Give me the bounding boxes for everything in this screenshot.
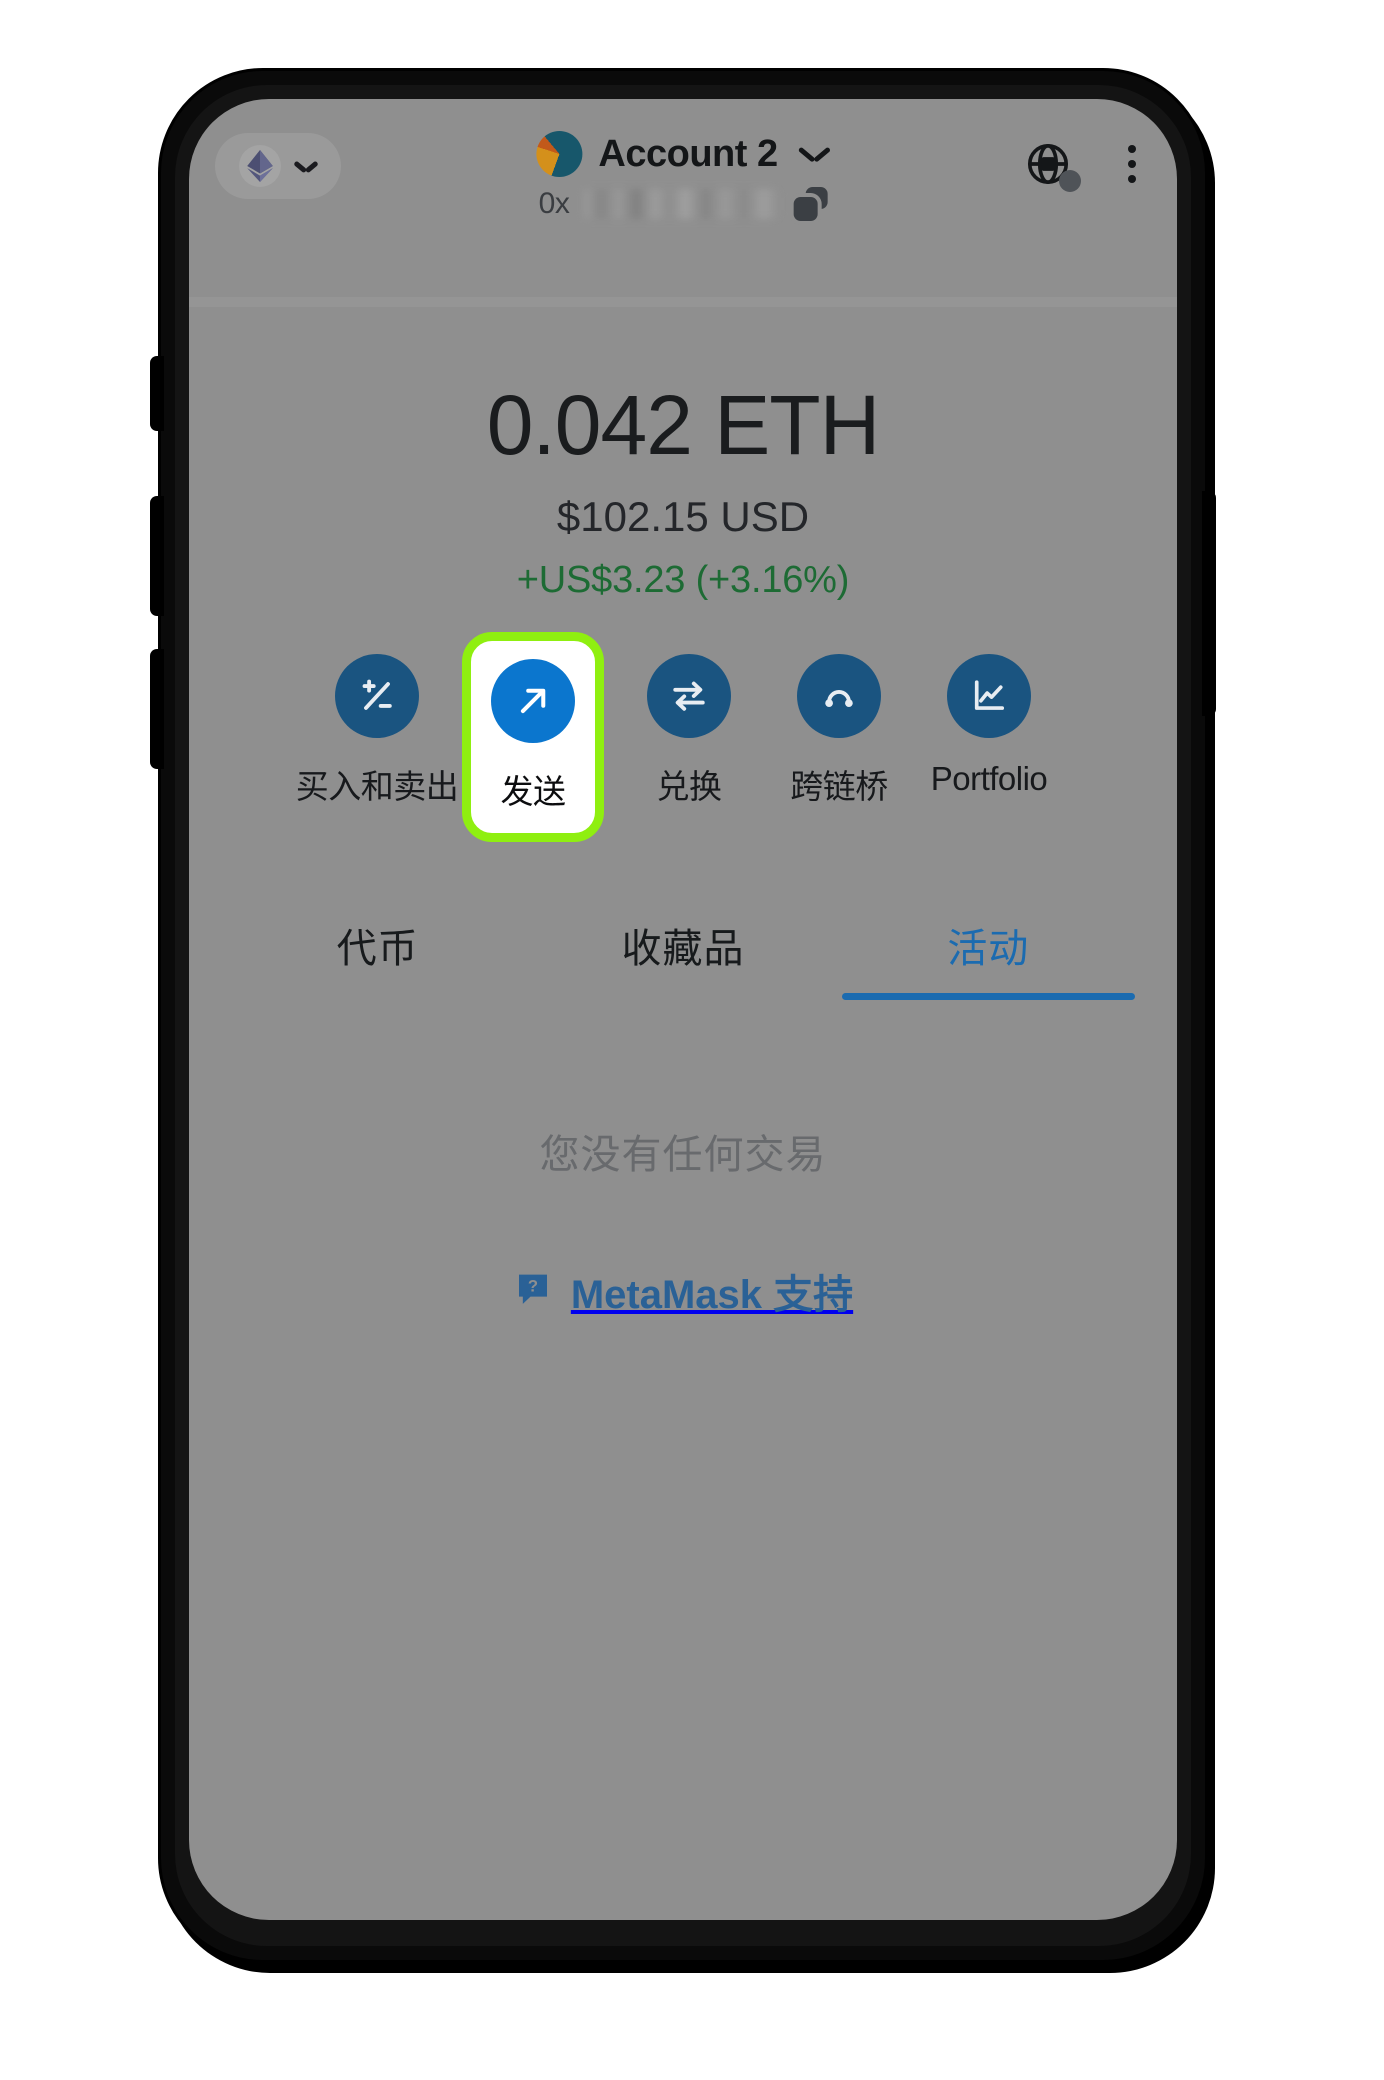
swap-arrows-icon: [647, 654, 731, 738]
account-name: Account 2: [598, 132, 778, 175]
action-label: 买入和卖出: [295, 768, 459, 805]
kebab-menu-icon[interactable]: [1117, 145, 1147, 183]
app-header: Account 2 0x: [189, 99, 1177, 307]
avatar: [536, 131, 583, 177]
balance-fiat: $102.15 USD: [556, 493, 810, 540]
bridge-icon: [797, 654, 881, 738]
action-label: 兑换: [656, 768, 723, 805]
balance-section: 0.042 ETH $102.15 USD +US$3.23 (+3.16%): [189, 383, 1177, 602]
address-redacted: [583, 189, 780, 219]
balance-primary: 0.042 ETH: [486, 378, 881, 472]
ethereum-icon: [239, 145, 281, 187]
tab-tokens[interactable]: 代币: [225, 916, 530, 1000]
tab-label: 活动: [947, 927, 1030, 971]
globe-badge-dot: [1059, 170, 1081, 192]
phone-button-silent[interactable]: [150, 356, 164, 431]
action-label: Portfolio: [930, 760, 1048, 797]
activity-empty-state: 您没有任何交易 ? MetaMask 支持: [189, 1122, 1177, 1320]
metamask-support-link[interactable]: ? MetaMask 支持: [513, 1262, 853, 1320]
arrow-up-right-icon: [491, 659, 575, 743]
account-selector[interactable]: Account 2: [536, 131, 829, 177]
balance-change: +US$3.23 (+3.16%): [516, 559, 850, 601]
action-send[interactable]: 发送: [462, 632, 604, 842]
action-row: 买入和卖出 发送 兑换 跨链桥 Portfolio: [189, 632, 1177, 842]
phone-button-power[interactable]: [1202, 491, 1216, 716]
header-divider: [189, 297, 1177, 307]
address-prefix: 0x: [538, 187, 570, 220]
tab-nfts[interactable]: 收藏品: [530, 916, 835, 1000]
app-screen: Account 2 0x 0.042 ETH $102.15 USD +US$3…: [189, 99, 1177, 1920]
phone-button-volume-down[interactable]: [150, 649, 164, 769]
chevron-down-icon: [295, 160, 317, 173]
action-buy-sell[interactable]: 买入和卖出: [296, 654, 459, 808]
action-label: 跨链桥: [790, 768, 888, 805]
globe-icon[interactable]: [1025, 141, 1081, 192]
header-actions: [1025, 141, 1147, 192]
screenshot-root: Account 2 0x 0.042 ETH $102.15 USD +US$3…: [0, 0, 1384, 2080]
svg-text:?: ?: [528, 1276, 538, 1295]
chart-line-icon: [947, 654, 1031, 738]
tab-label: 收藏品: [621, 927, 745, 971]
tab-bar: 代币 收藏品 活动: [189, 916, 1177, 1000]
copy-icon[interactable]: [793, 187, 828, 221]
action-label: 发送: [500, 773, 567, 810]
plus-minus-icon: [335, 654, 419, 738]
phone-button-volume-up[interactable]: [150, 496, 164, 616]
tab-label: 代币: [336, 927, 419, 971]
tab-activity[interactable]: 活动: [836, 916, 1141, 1000]
action-portfolio[interactable]: Portfolio: [928, 654, 1050, 798]
network-selector[interactable]: [215, 133, 341, 199]
account-address-row[interactable]: 0x: [539, 187, 828, 221]
chevron-down-icon: [800, 146, 830, 163]
empty-message: 您没有任何交易: [539, 1133, 827, 1177]
action-swap[interactable]: 兑换: [628, 654, 750, 808]
phone-frame: Account 2 0x 0.042 ETH $102.15 USD +US$3…: [150, 68, 1216, 1963]
help-bubble-icon: ?: [513, 1269, 553, 1314]
action-bridge[interactable]: 跨链桥: [778, 654, 900, 808]
support-link-label: MetaMask 支持: [570, 1273, 854, 1317]
